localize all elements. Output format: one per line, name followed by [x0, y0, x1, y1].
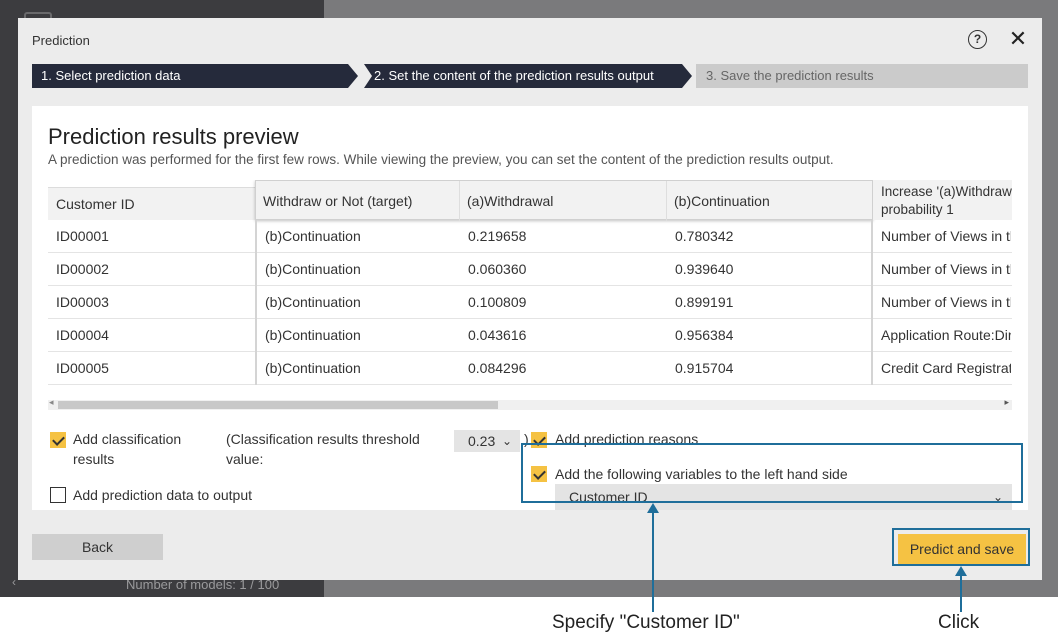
cell-withdrawal: 0.060360: [468, 261, 527, 277]
variables-highlight-box: [521, 443, 1023, 503]
dialog-title: Prediction: [32, 33, 90, 48]
cell-target: (b)Continuation: [255, 253, 460, 286]
column-header-target[interactable]: Withdraw or Not (target): [256, 181, 460, 221]
cell-target: (b)Continuation: [255, 352, 460, 385]
column-header-customer-id[interactable]: Customer ID: [48, 187, 255, 220]
cell-withdrawal: 0.100809: [468, 294, 527, 310]
collapse-arrow-icon: ‹: [12, 575, 16, 589]
cell-continuation: 0.899191: [675, 294, 734, 310]
column-header-continuation[interactable]: (b)Continuation: [667, 181, 872, 221]
variables-callout-line: [652, 512, 654, 612]
cell-withdrawal: 0.043616: [468, 327, 527, 343]
threshold-value: 0.23: [468, 433, 496, 449]
cell-reason: Application Route:Direct: [871, 319, 1011, 352]
step-1: 1. Select prediction data: [32, 64, 358, 88]
cell-customer-id: ID00003: [56, 294, 109, 310]
cell-continuation: 0.956384: [675, 327, 734, 343]
cell-withdrawal: 0.084296: [468, 360, 527, 376]
chevron-down-icon: ⌄: [502, 434, 513, 448]
cell-continuation: 0.939640: [675, 261, 734, 277]
predict-callout-line: [960, 575, 962, 612]
column-header-withdrawal[interactable]: (a)Withdrawal: [460, 181, 667, 221]
cell-continuation: 0.780342: [675, 228, 734, 244]
column-header-reason[interactable]: Increase '(a)Withdrawal' probability 1: [873, 180, 1012, 220]
specify-annotation: Specify "Customer ID": [552, 612, 740, 633]
predict-callout-arrow-icon: [955, 566, 967, 576]
horizontal-scrollbar[interactable]: ◂ ▸: [48, 397, 1012, 410]
cell-reason: Number of Views in the: [871, 286, 1011, 319]
click-annotation: Click: [938, 612, 980, 633]
cell-target: (b)Continuation: [255, 319, 460, 352]
cell-withdrawal: 0.219658: [468, 228, 527, 244]
cell-continuation: 0.915704: [675, 360, 734, 376]
close-icon[interactable]: ✕: [1008, 27, 1028, 51]
table-row: ID00005 (b)Continuation 0.084296 0.91570…: [48, 352, 1012, 385]
scrollbar-thumb[interactable]: [58, 401, 498, 409]
step-3: 3. Save the prediction results: [696, 64, 1028, 88]
cell-customer-id: ID00004: [56, 327, 109, 343]
add-prediction-data-label: Add prediction data to output: [73, 487, 253, 503]
predict-highlight-box: [892, 528, 1030, 566]
screen: ‹ Number of models: 1 / 100 Prediction ?…: [0, 0, 1060, 637]
scroll-right-icon[interactable]: ▸: [1004, 397, 1009, 408]
threshold-select[interactable]: 0.23 ⌄: [454, 430, 520, 452]
table-row: ID00003 (b)Continuation 0.100809 0.89919…: [48, 286, 1012, 319]
preview-table: Customer ID Withdraw or Not (target) (a)…: [48, 180, 1012, 400]
cell-customer-id: ID00002: [56, 261, 109, 277]
preview-description: A prediction was performed for the first…: [48, 152, 834, 167]
table-row: ID00002 (b)Continuation 0.060360 0.93964…: [48, 253, 1012, 286]
cell-customer-id: ID00001: [56, 228, 109, 244]
cell-customer-id: ID00005: [56, 360, 109, 376]
cell-target: (b)Continuation: [255, 220, 460, 253]
table-row: ID00004 (b)Continuation 0.043616 0.95638…: [48, 319, 1012, 352]
threshold-label: (Classification results threshold value:: [226, 431, 420, 467]
cell-reason: Number of Views in the: [871, 220, 1011, 253]
back-button[interactable]: Back: [32, 534, 163, 560]
cell-target: (b)Continuation: [255, 286, 460, 319]
cell-reason: Number of Views in the: [871, 253, 1011, 286]
help-icon[interactable]: ?: [968, 30, 987, 49]
table-row: ID00001 (b)Continuation 0.219658 0.78034…: [48, 220, 1012, 253]
add-classification-label: Add classification results: [73, 431, 182, 467]
scroll-left-icon[interactable]: ◂: [49, 397, 54, 408]
add-classification-checkbox[interactable]: [50, 432, 66, 448]
cell-reason: Credit Card Registration: [871, 352, 1011, 385]
add-prediction-data-checkbox[interactable]: [50, 487, 66, 503]
preview-title: Prediction results preview: [48, 124, 299, 149]
step-2: 2. Set the content of the prediction res…: [364, 64, 692, 88]
variables-callout-arrow-icon: [647, 503, 659, 513]
target-column-group: Withdraw or Not (target) (a)Withdrawal (…: [255, 180, 873, 221]
